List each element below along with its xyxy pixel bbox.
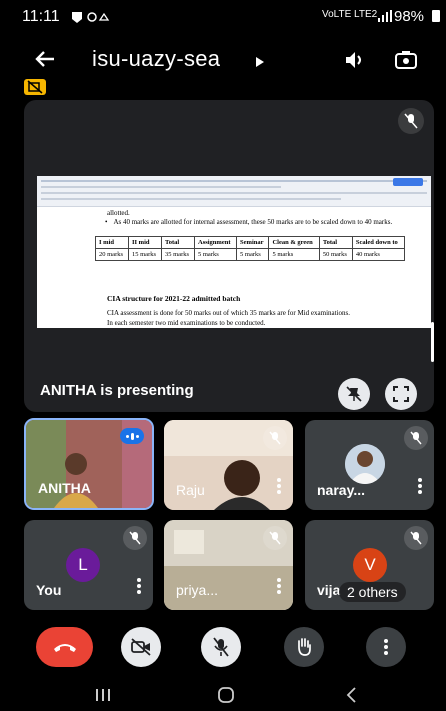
avatar (345, 444, 385, 484)
signal-icon (378, 9, 392, 27)
doc-bullet: • As 40 marks are allotted for internal a… (105, 218, 393, 226)
speaking-indicator-icon (120, 428, 144, 444)
recording-badge (24, 79, 46, 95)
participant-name: ANITHA (38, 480, 91, 496)
lte-indicator: VoLTE LTE2 (322, 9, 378, 20)
back-arrow-icon[interactable] (34, 50, 56, 73)
table-cell: 5 marks (193, 248, 238, 261)
table-cell: 40 marks (351, 248, 406, 261)
mic-off-icon (263, 526, 287, 550)
status-bar: 11:11 VoLTE LTE2 98% (0, 0, 446, 34)
doc-line-allotted: allotted. (107, 209, 130, 217)
camera-off-icon (131, 638, 151, 656)
camera-toggle-button[interactable] (121, 627, 161, 667)
participant-tile-narayana[interactable]: naray... (305, 420, 434, 510)
table-cell: 5 marks (268, 248, 320, 261)
doc-bullet-text: As 40 marks are allotted for internal as… (113, 218, 393, 226)
end-call-button[interactable] (36, 627, 93, 667)
chevron-right-icon[interactable] (256, 54, 264, 72)
table-header-cell: II mid (128, 236, 162, 249)
table-cell: 5 marks (236, 248, 270, 261)
more-options-icon[interactable] (418, 476, 422, 496)
mic-toggle-button[interactable] (201, 627, 241, 667)
participant-tile-anitha[interactable]: ANITHA (24, 418, 154, 510)
fullscreen-icon[interactable] (385, 378, 417, 410)
table-header-cell: I mid (95, 236, 129, 249)
meeting-code[interactable]: isu-uazy-sea (92, 46, 220, 72)
table-cell: 35 marks (161, 248, 195, 261)
table-header-cell: Seminar (236, 236, 270, 249)
more-options-button[interactable] (366, 627, 406, 667)
shared-document: allotted. • As 40 marks are allotted for … (37, 176, 431, 328)
hand-icon (298, 638, 311, 656)
more-options-icon[interactable] (277, 476, 281, 496)
table-header-cell: Total (161, 236, 195, 249)
mic-off-icon (404, 426, 428, 450)
status-time: 11:11 (22, 8, 60, 25)
participant-tile-raju[interactable]: Raju (164, 420, 293, 510)
mic-off-icon (404, 526, 428, 550)
home-icon[interactable] (217, 686, 235, 709)
switch-camera-icon[interactable] (394, 49, 418, 76)
mic-off-icon (398, 108, 424, 134)
participant-name: vija (317, 582, 341, 598)
scroll-indicator[interactable] (431, 322, 434, 362)
battery-icon (432, 10, 440, 22)
more-options-icon[interactable] (277, 576, 281, 596)
presentation-tile[interactable]: allotted. • As 40 marks are allotted for … (24, 100, 434, 412)
table-row: 20 marks 15 marks 35 marks 5 marks 5 mar… (95, 248, 406, 261)
raise-hand-button[interactable] (284, 627, 324, 667)
table-cell: 15 marks (128, 248, 162, 261)
table-header-cell: Assignment (193, 236, 238, 249)
participant-tile-you[interactable]: L You (24, 520, 153, 610)
participant-name: priya... (176, 582, 219, 598)
participant-tile-priya[interactable]: priya... (164, 520, 293, 610)
battery-level: 98% (394, 8, 425, 25)
more-vert-icon (384, 637, 388, 657)
unpin-icon[interactable] (338, 378, 370, 410)
table-cell: 50 marks (318, 248, 353, 261)
back-icon[interactable] (345, 686, 357, 709)
others-count-badge[interactable]: 2 others (339, 582, 406, 602)
participant-tile-others[interactable]: V vija 2 others (305, 520, 434, 610)
participant-name: Raju (176, 482, 205, 498)
participant-name: You (36, 582, 62, 598)
doc-paragraph: CIA assessment is done for 50 marks out … (107, 309, 351, 317)
avatar: L (66, 548, 100, 582)
cia-table: I mid II mid Total Assignment Seminar Cl… (95, 236, 406, 261)
phone-hangup-icon (53, 644, 76, 652)
system-nav-bar (0, 680, 446, 711)
more-options-icon[interactable] (137, 576, 141, 596)
participant-name: naray... (317, 482, 365, 498)
mic-off-icon (263, 426, 287, 450)
mic-off-icon (123, 526, 147, 550)
table-header-cell: Total (318, 236, 353, 249)
table-cell: 20 marks (95, 248, 129, 261)
status-icons (70, 10, 110, 29)
table-header-cell: Scaled down to (351, 236, 406, 249)
recent-apps-icon[interactable] (95, 688, 111, 707)
avatar: V (353, 548, 387, 582)
doc-paragraph: In each semester two mid examinations to… (107, 319, 266, 327)
doc-heading: CIA structure for 2021-22 admitted batch (107, 294, 241, 303)
presenting-label: ANITHA is presenting (40, 382, 194, 399)
table-header-cell: Clean & green (268, 236, 320, 249)
table-header-row: I mid II mid Total Assignment Seminar Cl… (95, 236, 406, 249)
document-toolbar (37, 176, 431, 207)
speaker-icon[interactable] (344, 50, 366, 75)
mic-off-icon (213, 637, 229, 657)
